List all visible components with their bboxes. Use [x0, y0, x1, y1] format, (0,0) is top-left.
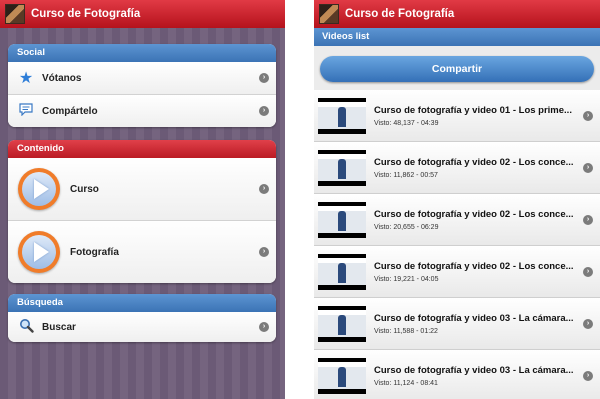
video-meta: Visto: 11,862 - 00:57 — [374, 171, 438, 179]
video-thumbnail — [318, 149, 366, 186]
app-logo — [5, 4, 25, 24]
chevron-right-icon: › — [259, 247, 269, 257]
menu-item-fotografia[interactable]: Fotografía › — [8, 221, 276, 283]
video-thumbnail — [318, 305, 366, 342]
video-title: Curso de fotografía y video 03 - La cáma… — [374, 312, 574, 324]
contenido-header: Contenido — [8, 140, 276, 158]
menu-item-curso[interactable]: Curso › — [8, 158, 276, 221]
video-thumbnail — [318, 357, 366, 394]
video-meta: Visto: 48,137 - 04:39 — [374, 119, 439, 127]
video-thumbnail — [318, 97, 366, 134]
share-button[interactable]: Compartir — [320, 56, 594, 82]
menu-item-label: Curso — [70, 183, 99, 195]
menu-item-label: Fotografía — [70, 246, 119, 258]
video-title: Curso de fotografía y video 03 - La cáma… — [374, 364, 574, 376]
video-meta: Visto: 11,588 - 01:22 — [374, 327, 438, 335]
video-item[interactable]: Curso de fotografía y video 03 - La cáma… — [314, 350, 600, 399]
video-thumbnail — [318, 201, 366, 238]
top-bar: Curso de Fotografía — [0, 0, 285, 28]
menu-item-label: Vótanos — [42, 72, 82, 84]
app-title: Curso de Fotografía — [345, 8, 455, 20]
menu-item-label: Compártelo — [42, 105, 98, 117]
video-item[interactable]: Curso de fotografía y video 02 - Los con… — [314, 194, 600, 246]
menu-item-label: Buscar — [42, 321, 76, 333]
play-icon — [18, 168, 60, 210]
chevron-right-icon: › — [583, 214, 593, 225]
magnifier-icon — [18, 318, 34, 336]
social-section: Social ★ Vótanos › Compártelo › — [8, 44, 276, 127]
video-title: Curso de fotografía y video 02 - Los con… — [374, 156, 574, 168]
video-item[interactable]: Curso de fotografía y video 02 - Los con… — [314, 142, 600, 194]
speech-bubble-icon — [18, 103, 34, 119]
busqueda-header: Búsqueda — [8, 294, 276, 312]
app-title: Curso de Fotografía — [31, 8, 141, 20]
menu-item-buscar[interactable]: Buscar › — [8, 312, 276, 342]
chevron-right-icon: › — [583, 370, 593, 381]
contenido-section: Contenido Curso › Fotografía › — [8, 140, 276, 283]
video-title: Curso de fotografía y video 02 - Los con… — [374, 208, 574, 220]
videos-list-screen: Curso de Fotografía Videos list Comparti… — [314, 0, 600, 399]
menu-item-compartelo[interactable]: Compártelo › — [8, 95, 276, 127]
app-logo — [319, 4, 339, 24]
video-meta: Visto: 20,655 - 06:29 — [374, 223, 439, 231]
chevron-right-icon: › — [583, 110, 593, 121]
video-item[interactable]: Curso de fotografía y video 02 - Los con… — [314, 246, 600, 298]
busqueda-section: Búsqueda Buscar › — [8, 294, 276, 342]
main-menu-screen: Curso de Fotografía Social ★ Vótanos › C… — [0, 0, 285, 399]
video-thumbnail — [318, 253, 366, 290]
chevron-right-icon: › — [583, 266, 593, 277]
star-icon: ★ — [18, 70, 34, 87]
social-header: Social — [8, 44, 276, 62]
chevron-right-icon: › — [259, 184, 269, 194]
video-meta: Visto: 19,221 - 04:05 — [374, 275, 439, 283]
chevron-right-icon: › — [259, 322, 269, 332]
video-item[interactable]: Curso de fotografía y video 01 - Los pri… — [314, 90, 600, 142]
video-title: Curso de fotografía y video 01 - Los pri… — [374, 104, 572, 116]
play-icon — [18, 231, 60, 273]
chevron-right-icon: › — [583, 162, 593, 173]
videos-list-header: Videos list — [314, 28, 600, 46]
chevron-right-icon: › — [583, 318, 593, 329]
chevron-right-icon: › — [259, 73, 269, 83]
videos-list: Curso de fotografía y video 01 - Los pri… — [314, 90, 600, 399]
video-meta: Visto: 11,124 - 08:41 — [374, 379, 438, 387]
chevron-right-icon: › — [259, 106, 269, 116]
video-item[interactable]: Curso de fotografía y video 03 - La cáma… — [314, 298, 600, 350]
video-title: Curso de fotografía y video 02 - Los con… — [374, 260, 574, 272]
menu-item-votanos[interactable]: ★ Vótanos › — [8, 62, 276, 95]
top-bar: Curso de Fotografía — [314, 0, 600, 28]
